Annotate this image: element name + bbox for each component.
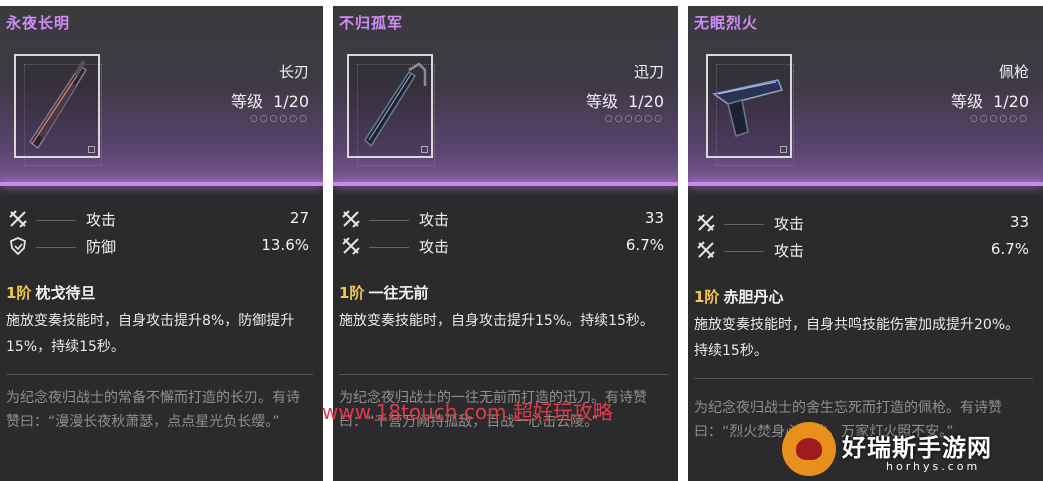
stat-name: 攻击 <box>86 211 117 229</box>
weapon-level: 等级 1/20 <box>951 88 1029 112</box>
stat-value: 33 <box>1009 213 1029 231</box>
attack-icon <box>342 237 360 255</box>
rank-level: 1阶 <box>6 284 32 302</box>
stat-name: 攻击 <box>774 215 805 233</box>
divider <box>694 378 1033 379</box>
stat-value: 6.7% <box>625 236 664 254</box>
weapon-type: 长刃 <box>278 63 309 81</box>
divider <box>339 374 668 375</box>
stat-divider <box>724 224 764 225</box>
stat-value: 33 <box>644 209 664 227</box>
stat-divider <box>724 251 764 252</box>
pistol-icon <box>712 79 784 137</box>
weapon-type: 佩枪 <box>998 63 1029 81</box>
lore-text: 为纪念夜归战士的常备不懈而打造的长刃。有诗赞曰：“漫漫长夜秋萧瑟，点点星光负长缨… <box>6 390 300 430</box>
stat-row: 防御 13.6% <box>0 236 323 260</box>
rank-dots: ○○○○○○ <box>969 114 1029 124</box>
stat-divider <box>36 247 76 248</box>
weapon-image[interactable] <box>706 54 792 158</box>
stat-row: 攻击 6.7% <box>333 236 678 260</box>
stat-divider <box>36 220 76 221</box>
stat-row: 攻击 6.7% <box>688 240 1043 264</box>
rank-level: 1阶 <box>694 288 720 306</box>
level-value: 1/20 <box>993 92 1029 111</box>
rank-dots: ○○○○○○ <box>249 114 309 124</box>
divider <box>6 374 313 375</box>
weapon-title: 永夜长明 <box>6 14 71 32</box>
weapon-level: 等级 1/20 <box>231 88 309 112</box>
brand-watermark: 好瑞斯手游网 horhys.com <box>782 422 1042 478</box>
defense-icon <box>10 237 26 256</box>
rank-title: 1阶 赤胆丹心 <box>694 286 783 307</box>
brand-name: 好瑞斯手游网 <box>842 434 992 462</box>
attack-icon <box>697 241 715 259</box>
sword-icon <box>364 62 427 148</box>
level-label: 等级 <box>231 92 264 111</box>
weapon-level: 等级 1/20 <box>586 88 664 112</box>
rank-name: 赤胆丹心 <box>723 288 784 306</box>
attack-icon <box>342 210 360 228</box>
weapon-card-3: 无眠烈火 佩枪 等级 1/20 ○○○○○○ 攻击 33 攻击 6.7% 1阶 赤胆… <box>688 6 1043 481</box>
weapon-title: 不归孤军 <box>339 14 404 32</box>
stat-divider <box>369 247 409 248</box>
stat-name: 防御 <box>86 238 117 256</box>
level-label: 等级 <box>951 92 984 111</box>
weapon-title: 无眠烈火 <box>694 14 759 32</box>
level-label: 等级 <box>586 92 619 111</box>
rank-name: 一往无前 <box>368 284 429 302</box>
rank-name: 枕戈待旦 <box>35 284 96 302</box>
effect-description: 施放变奏技能时，自身共鸣技能伤害加成提升20%。持续15秒。 <box>694 317 1020 359</box>
weapon-image[interactable] <box>347 54 433 158</box>
broadblade-icon <box>28 60 88 150</box>
stat-divider <box>369 220 409 221</box>
stat-name: 攻击 <box>774 242 805 260</box>
stat-row: 攻击 33 <box>333 209 678 233</box>
rank-title: 1阶 枕戈待旦 <box>6 282 95 303</box>
stat-value: 6.7% <box>990 240 1029 258</box>
rank-level: 1阶 <box>339 284 365 302</box>
attack-icon <box>697 214 715 232</box>
brand-logo-icon <box>782 422 836 476</box>
rank-dots: ○○○○○○ <box>604 114 664 124</box>
stat-name: 攻击 <box>419 238 450 256</box>
weapon-type: 迅刀 <box>633 63 664 81</box>
effect-description: 施放变奏技能时，自身攻击提升8%，防御提升15%，持续15秒。 <box>6 313 295 355</box>
level-value: 1/20 <box>273 92 309 111</box>
stat-value: 13.6% <box>261 236 309 254</box>
stat-name: 攻击 <box>419 211 450 229</box>
rank-title: 1阶 一往无前 <box>339 282 428 303</box>
brand-domain: horhys.com <box>886 460 981 473</box>
level-value: 1/20 <box>628 92 664 111</box>
effect-description: 施放变奏技能时，自身攻击提升15%。持续15秒。 <box>339 313 654 329</box>
stat-value: 27 <box>289 209 309 227</box>
stat-row: 攻击 33 <box>688 213 1043 237</box>
weapon-card-1: 永夜长明 长刃 等级 1/20 ○○○○○○ 攻击 27 防御 13.6% 1阶枕… <box>0 6 323 481</box>
site-watermark: www.18touch.com 超好玩攻略 <box>322 400 613 424</box>
weapon-image[interactable] <box>14 54 100 158</box>
stat-row: 攻击 27 <box>0 209 323 233</box>
attack-icon <box>9 210 27 228</box>
